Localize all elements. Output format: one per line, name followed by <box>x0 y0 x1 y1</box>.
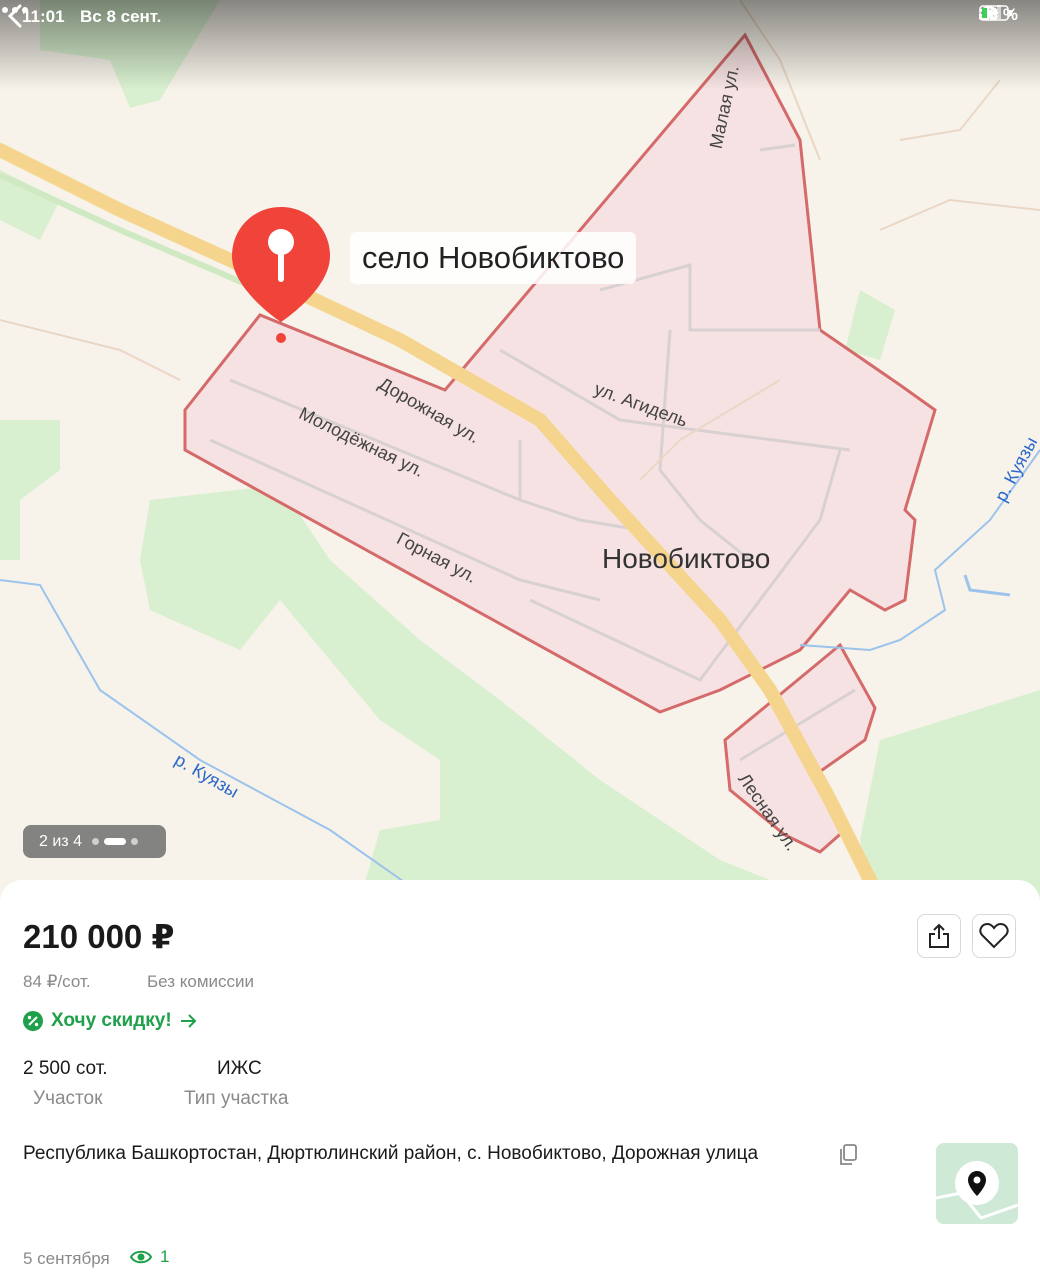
address: Республика Башкортостан, Дюртюлинский ра… <box>23 1143 759 1164</box>
status-right: 13 % <box>979 5 1018 25</box>
mini-map-canvas <box>936 1143 1018 1224</box>
status-bar: 11:01 Вс 8 сент. 13 % <box>0 0 1040 34</box>
commission-info: Без комиссии <box>147 972 255 991</box>
fact-plot-type-label: Тип участка <box>184 1088 289 1109</box>
gallery-counter: 2 из 4 <box>23 825 166 858</box>
discount-link-label: Хочу скидку! <box>51 1010 172 1031</box>
arrow-right-icon <box>180 1014 197 1028</box>
fact-plot-type-value: ИЖС <box>217 1058 262 1079</box>
eye-icon <box>130 1250 152 1264</box>
mini-map-button[interactable] <box>936 1143 1018 1224</box>
more-icon[interactable] <box>0 0 30 20</box>
favorite-button[interactable] <box>972 914 1016 958</box>
gallery-dot <box>91 838 99 845</box>
share-button[interactable] <box>917 914 961 958</box>
views-count: 1 <box>130 1247 169 1267</box>
heart-icon <box>979 923 1009 949</box>
status-date: Вс 8 сент. <box>80 7 162 26</box>
price: 210 000 ₽ <box>23 918 175 955</box>
posted-date: 5 сентября <box>23 1249 110 1268</box>
gallery-dot-active <box>103 838 126 845</box>
city-label: Новобиктово <box>602 543 771 574</box>
copy-icon[interactable] <box>838 1144 858 1166</box>
views-count-value: 1 <box>160 1247 170 1266</box>
fact-area-value: 2 500 сот. <box>23 1058 108 1079</box>
fact-area-label: Участок <box>33 1088 103 1109</box>
share-icon <box>929 923 949 948</box>
fact-area: 2 500 сот. Участок <box>23 1058 108 1110</box>
battery-icon <box>979 5 1013 21</box>
discount-icon <box>23 1011 43 1031</box>
fact-plot-type: ИЖС Тип участка <box>184 1058 288 1110</box>
gallery-dot <box>130 838 138 845</box>
gallery-counter-text: 2 из 4 <box>39 832 82 850</box>
price-per-unit: 84 ₽/сот. <box>23 972 91 991</box>
discount-link[interactable]: Хочу скидку! <box>23 1010 198 1032</box>
pin-label: село Новобиктово <box>350 232 637 284</box>
map-canvas <box>0 0 1040 900</box>
map-view[interactable]: 11:01 Вс 8 сент. 13 % <box>0 0 1040 900</box>
gallery-dots <box>91 838 138 845</box>
